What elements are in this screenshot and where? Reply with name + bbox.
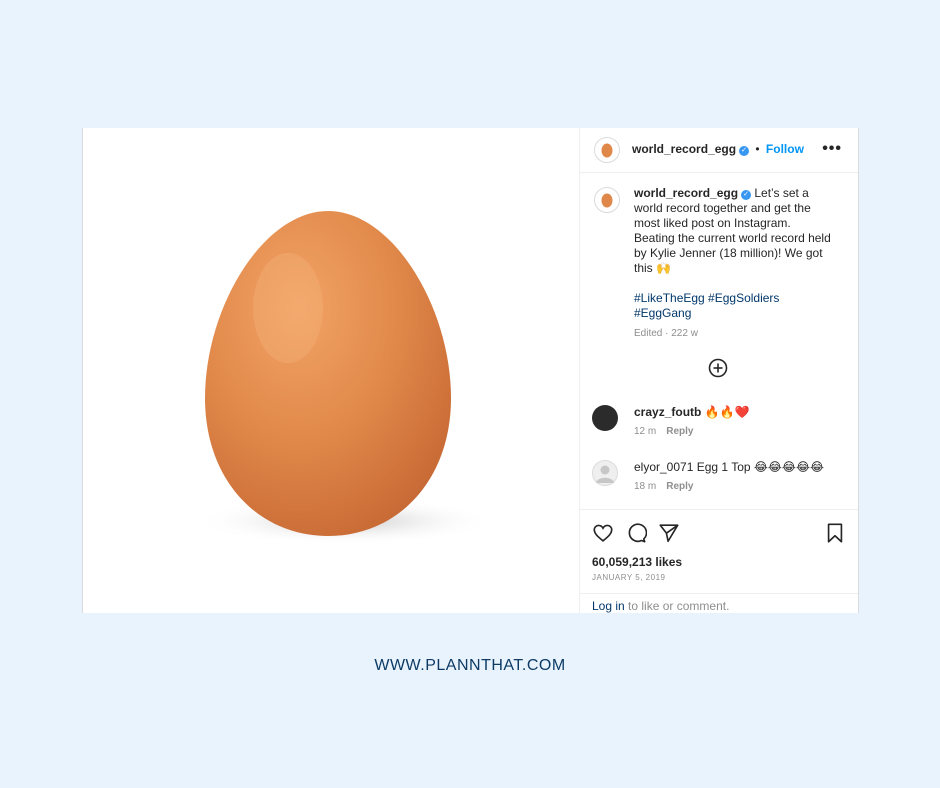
bookmark-icon[interactable]	[824, 522, 846, 544]
caption-username[interactable]: world_record_egg	[634, 186, 738, 200]
header-user-line: world_record_egg ✓ • Follow	[632, 142, 804, 156]
egg-avatar-icon	[601, 143, 613, 158]
egg-photo	[195, 211, 495, 545]
comment-icon[interactable]	[625, 522, 647, 544]
caption-avatar[interactable]	[594, 187, 620, 213]
commenter-avatar[interactable]	[592, 405, 618, 431]
follow-button[interactable]: Follow	[766, 142, 804, 156]
instagram-post-card: world_record_egg ✓ • Follow ••• world_rec…	[82, 128, 859, 613]
verified-badge-icon: ✓	[739, 146, 750, 156]
likes-count[interactable]: 60,059,213 likes	[592, 555, 682, 569]
share-icon[interactable]	[658, 522, 680, 544]
profile-avatar[interactable]	[594, 137, 620, 163]
login-prompt: Log in to like or comment.	[592, 599, 729, 613]
default-user-icon	[596, 465, 614, 483]
comment-time: 12 m	[634, 426, 657, 437]
caption-hashtags[interactable]: #LikeTheEgg #EggSoldiers #EggGang	[634, 291, 834, 321]
post-caption: world_record_egg ✓ Let’s set a world reco…	[634, 186, 834, 341]
comment-username[interactable]: crayz_foutb	[634, 405, 701, 419]
follow-separator: •	[755, 142, 760, 156]
post-header: world_record_egg ✓ • Follow •••	[580, 128, 858, 173]
comment-text: Egg 1 Top 😂😂😂😂😂	[696, 460, 824, 474]
egg-avatar-icon	[601, 193, 613, 208]
login-prompt-text: to like or comment.	[624, 599, 730, 613]
post-date: JANUARY 5, 2019	[592, 573, 666, 582]
footer-website-url: WWW.PLANNTHAT.COM	[374, 657, 566, 674]
post-actions-section: 60,059,213 likes JANUARY 5, 2019	[580, 509, 858, 606]
more-options-icon[interactable]: •••	[822, 140, 842, 158]
comment-meta: 18 m Reply	[634, 481, 693, 492]
login-link[interactable]: Log in	[592, 599, 625, 613]
login-prompt-bar: Log in to like or comment.	[580, 593, 858, 614]
comment-meta: 12 m Reply	[634, 426, 693, 437]
header-username[interactable]: world_record_egg	[632, 142, 736, 156]
comment-text: 🔥🔥❤️	[704, 405, 750, 419]
reply-button[interactable]: Reply	[666, 426, 693, 437]
reply-button[interactable]: Reply	[666, 481, 693, 492]
post-sidebar: world_record_egg ✓ • Follow ••• world_rec…	[579, 128, 858, 613]
heart-icon[interactable]	[592, 522, 614, 544]
caption-edited-meta: Edited · 222 w	[634, 328, 698, 339]
load-more-comments-icon[interactable]	[708, 358, 728, 378]
comment-username[interactable]: elyor_0071	[634, 460, 693, 474]
comment-time: 18 m	[634, 481, 657, 492]
post-image-egg[interactable]	[83, 128, 579, 613]
commenter-avatar-placeholder[interactable]	[592, 460, 618, 486]
comment-body: elyor_0071 Egg 1 Top 😂😂😂😂😂	[634, 460, 824, 475]
comment-body: crayz_foutb 🔥🔥❤️	[634, 405, 750, 420]
verified-badge-icon: ✓	[741, 190, 752, 200]
